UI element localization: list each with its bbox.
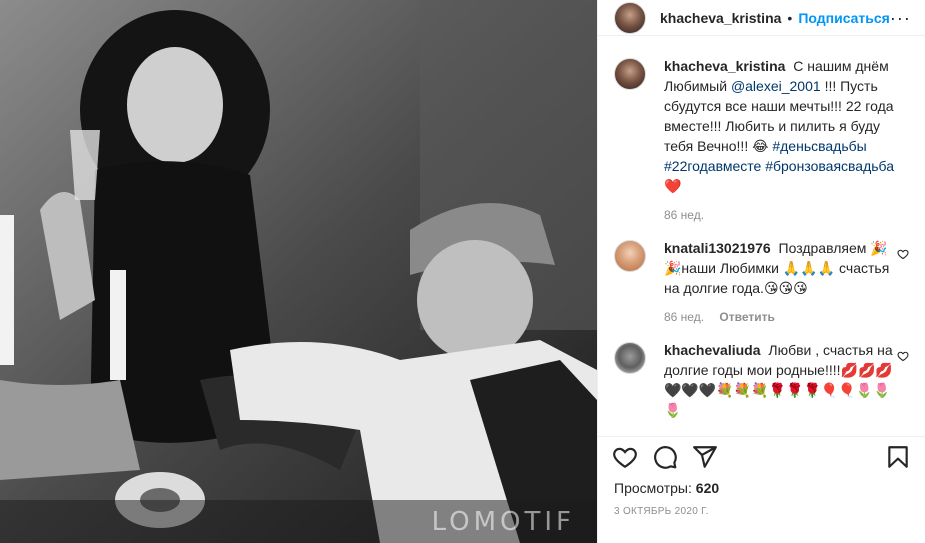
comment-time[interactable]: 86 нед. — [664, 310, 704, 324]
caption-heart-emoji: ❤️ — [664, 178, 682, 194]
bookmark-icon[interactable] — [885, 444, 911, 470]
comment-like-icon[interactable] — [897, 350, 909, 362]
hashtag-2[interactable]: #22годавместе — [664, 158, 761, 174]
hashtag-1[interactable]: #деньсвадьбы — [772, 138, 866, 154]
comment-username[interactable]: knatali13021976 — [664, 240, 771, 256]
share-icon[interactable] — [692, 444, 718, 470]
views-number: 620 — [695, 480, 720, 496]
caption-mention[interactable]: @alexei_2001 — [731, 78, 821, 94]
author-avatar[interactable] — [614, 1, 646, 34]
follow-button[interactable]: Подписаться — [798, 10, 890, 26]
views-count: Просмотры: 620 — [614, 480, 719, 496]
header-separator: • — [787, 9, 793, 26]
comments-list[interactable]: khacheva_kristina С нашим днём Любимый @… — [598, 56, 925, 436]
views-label: Просмотры: — [614, 480, 692, 496]
post-actions — [598, 436, 925, 470]
commenter-avatar[interactable] — [614, 342, 646, 374]
post-media[interactable]: LOMOTIF — [0, 0, 597, 543]
post-side-panel: khacheva_kristina • Подписаться ··· khac… — [597, 0, 925, 543]
comment-meta: 86 нед. Ответить — [664, 310, 912, 324]
post-date[interactable]: 3 ОКТЯБРЬ 2020 Г. — [614, 506, 709, 517]
caption-username[interactable]: khacheva_kristina — [664, 58, 785, 74]
more-options-icon[interactable]: ··· — [890, 9, 911, 27]
comment-item: knatali13021976 Поздравляем 🎉🎉наши Любим… — [614, 238, 909, 324]
caption: khacheva_kristina С нашим днём Любимый @… — [614, 56, 909, 222]
comment-icon[interactable] — [652, 444, 678, 470]
caption-meta: 86 нед. — [664, 208, 912, 222]
comment-like-icon[interactable] — [897, 248, 909, 260]
heart-icon[interactable] — [612, 444, 638, 470]
photo-illustration — [0, 0, 597, 543]
comment-item: khachevaliuda Любви , счастья на долгие … — [614, 340, 909, 420]
comment-username[interactable]: khachevaliuda — [664, 342, 761, 358]
post-header: khacheva_kristina • Подписаться ··· — [598, 0, 925, 36]
comment-body: khachevaliuda Любви , счастья на долгие … — [664, 340, 912, 420]
caption-avatar[interactable] — [614, 58, 646, 90]
caption-body: khacheva_kristina С нашим днём Любимый @… — [664, 56, 912, 196]
hashtag-3[interactable]: #бронзоваясвадьба — [765, 158, 894, 174]
caption-time[interactable]: 86 нед. — [664, 208, 704, 222]
reply-button[interactable]: Ответить — [719, 310, 774, 324]
comment-body: knatali13021976 Поздравляем 🎉🎉наши Любим… — [664, 238, 912, 298]
media-watermark: LOMOTIF — [431, 507, 575, 537]
author-username[interactable]: khacheva_kristina — [660, 10, 781, 26]
commenter-avatar[interactable] — [614, 240, 646, 272]
